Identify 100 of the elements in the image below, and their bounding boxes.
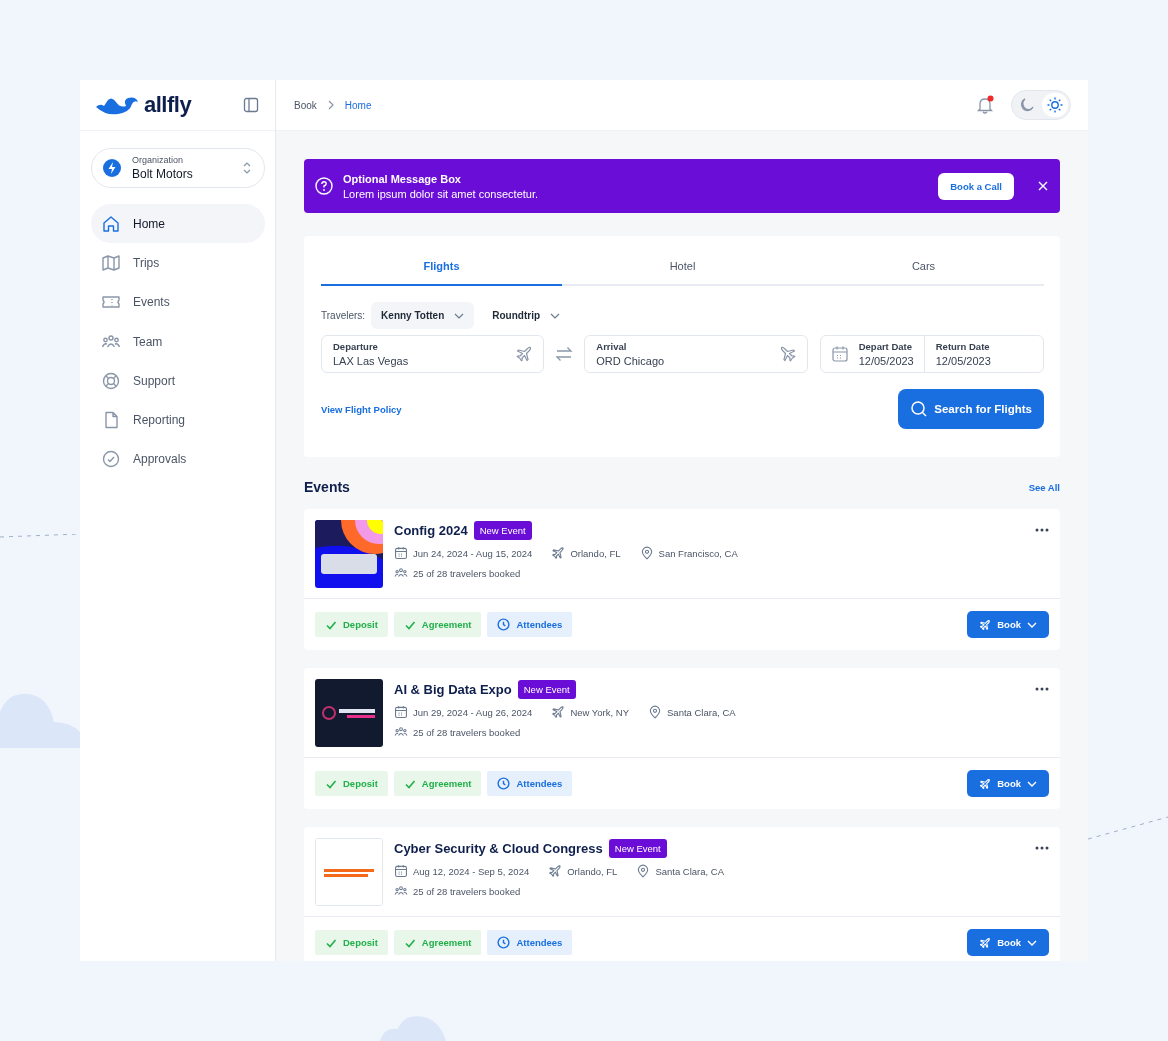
booking-count: 25 of 28 travelers booked (413, 885, 521, 897)
new-event-badge: New Event (517, 680, 576, 699)
sidebar-item-label: Support (133, 373, 176, 388)
airplane-icon (551, 705, 566, 719)
help-icon (315, 177, 333, 195)
field-value: 12/05/2023 (858, 355, 914, 367)
breadcrumb-link[interactable]: Home (344, 99, 372, 111)
message-title: Optional Message Box (343, 172, 462, 185)
close-icon[interactable] (1038, 181, 1048, 191)
event-image-placeholder (315, 679, 383, 747)
brand-name: allfly (144, 92, 192, 118)
book-button[interactable]: Book (967, 611, 1049, 638)
departure-city: Orlando, FL (570, 547, 621, 559)
more-options-icon[interactable] (1035, 528, 1049, 532)
see-all-link[interactable]: See All (1028, 481, 1060, 493)
airplane-icon (778, 345, 797, 363)
new-event-badge: New Event (473, 521, 532, 540)
event-venue: Santa Clara, CA (655, 865, 725, 877)
event-dates: Aug 12, 2024 - Sep 5, 2024 (413, 865, 530, 877)
status-label: Attendees (516, 937, 563, 948)
clock-icon (497, 777, 511, 790)
event-dates: Jun 29, 2024 - Aug 26, 2024 (413, 706, 533, 718)
swap-icon[interactable] (555, 346, 574, 362)
airplane-icon (979, 777, 992, 790)
field-label: Arrival (596, 341, 628, 352)
airplane-icon (515, 345, 534, 363)
status-label: Attendees (516, 619, 563, 630)
more-options-icon[interactable] (1035, 846, 1049, 850)
status-label: Deposit (343, 619, 378, 630)
message-text: Lorem ipsum dolor sit amet consectetur. (343, 187, 540, 200)
sidebar-item-label: Events (133, 295, 170, 310)
event-venue: San Francisco, CA (658, 547, 738, 559)
travelers-label: Travelers: (321, 310, 366, 321)
traveler-dropdown[interactable]: Kenny Totten (371, 302, 475, 329)
section-title: Events (304, 479, 350, 495)
field-label: Depart Date (858, 341, 913, 352)
date-range-field[interactable]: Depart Date 12/05/2023 Return Date 12/05/2023 (819, 335, 1044, 373)
sidebar-item[interactable]: Support (91, 361, 265, 401)
event-title[interactable]: AI & Big Data Expo (394, 682, 512, 697)
departure-field[interactable]: Departure LAX Las Vegas (321, 335, 545, 373)
sidebar-toggle-icon[interactable] (243, 97, 259, 113)
airplane-icon (979, 618, 992, 631)
sidebar-item[interactable]: Events (91, 282, 265, 322)
event-title[interactable]: Cyber Security & Cloud Congress (394, 841, 603, 856)
chevron-up-down-icon (242, 161, 252, 175)
event-dates: Jun 24, 2024 - Aug 15, 2024 (413, 547, 533, 559)
sidebar-item[interactable]: Approvals (91, 439, 265, 480)
trip-type-dropdown[interactable]: Roundtrip (482, 302, 570, 329)
status-label: Agreement (421, 937, 472, 948)
sidebar-item-label: Team (133, 334, 163, 349)
sidebar-item[interactable]: Reporting (91, 400, 265, 440)
booking-count: 25 of 28 travelers booked (413, 567, 521, 579)
sidebar-item-label: Home (133, 216, 165, 231)
location-pin-icon (636, 864, 651, 878)
departure-city: Orlando, FL (567, 865, 618, 877)
notification-bell-icon[interactable] (975, 95, 995, 115)
more-options-icon[interactable] (1035, 687, 1049, 691)
calendar-icon (394, 864, 408, 878)
calendar-icon (830, 345, 849, 363)
people-icon (394, 566, 408, 580)
trip-type-label: Roundtrip (492, 310, 540, 321)
lifebuoy-icon (101, 370, 121, 391)
sidebar-item-label: Approvals (133, 452, 187, 467)
airplane-icon (551, 546, 566, 560)
breadcrumb-link[interactable]: Book (294, 99, 317, 111)
event-venue: Santa Clara, CA (667, 706, 736, 718)
sidebar-item[interactable]: Trips (91, 243, 265, 283)
traveler-name: Kenny Totten (381, 310, 445, 321)
field-value: ORD Chicago (596, 355, 665, 367)
status-label: Agreement (421, 778, 472, 789)
event-title[interactable]: Config 2024 (394, 523, 468, 538)
book-button[interactable]: Book (967, 929, 1049, 956)
status-label: Agreement (421, 619, 472, 630)
event-image-placeholder (315, 520, 383, 588)
booking-count: 25 of 28 travelers booked (413, 726, 521, 738)
book-call-button[interactable]: Book a Call (938, 172, 1014, 200)
chevron-right-icon (326, 100, 335, 110)
people-icon (394, 725, 408, 739)
tab[interactable]: Flights (321, 252, 562, 286)
sidebar-item-label: Trips (133, 255, 160, 270)
departure-city: New York, NY (570, 706, 629, 718)
chevron-down-icon (550, 312, 560, 319)
field-label: Return Date (935, 341, 991, 352)
tab[interactable]: Cars (803, 252, 1044, 286)
tab[interactable]: Hotel (562, 252, 803, 286)
status-label: Deposit (343, 937, 378, 948)
sun-icon[interactable] (1042, 93, 1068, 117)
flight-policy-link[interactable]: View Flight Policy (321, 403, 402, 415)
sidebar-item[interactable]: Team (91, 321, 265, 362)
sidebar-item-label: Reporting (133, 413, 186, 428)
clock-icon (497, 936, 511, 949)
search-flights-button[interactable]: Search for Flights (898, 389, 1044, 429)
book-button[interactable]: Book (967, 770, 1049, 797)
map-icon (101, 252, 121, 273)
sidebar-item[interactable]: Home (91, 204, 265, 244)
arrival-field[interactable]: Arrival ORD Chicago (584, 335, 808, 373)
location-pin-icon (639, 546, 654, 560)
chevron-down-icon (1027, 939, 1037, 946)
chevron-down-icon (454, 312, 465, 319)
status-label: Deposit (343, 778, 378, 789)
